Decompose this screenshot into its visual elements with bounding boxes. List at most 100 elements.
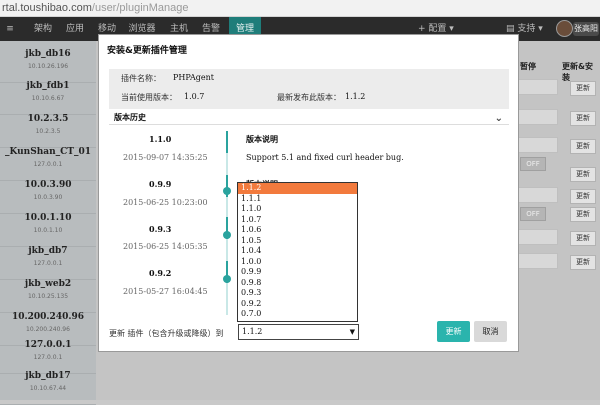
host-ip: 127.0.0.1	[33, 161, 63, 168]
host-ip: 127.0.0.1	[33, 260, 63, 267]
host-ip: 127.0.0.1	[33, 354, 63, 361]
version-option[interactable]: 0.7.0	[238, 309, 357, 320]
chevron-down-icon[interactable]: ⌄	[495, 112, 503, 126]
version-option[interactable]: 1.1.2	[238, 183, 357, 194]
plugin-info-panel: 插件名称： PHPAgent 当前使用版本： 1.0.7 最新发布此版本： 1.…	[109, 69, 509, 109]
update-button[interactable]: 更新	[570, 189, 596, 204]
timeline-marker	[226, 131, 228, 153]
host-name: _KunShan_CT_01	[4, 147, 91, 157]
version-option[interactable]: 0.9.8	[238, 278, 357, 289]
update-button[interactable]: 更新	[570, 231, 596, 246]
host-ip: 10.10.67.44	[29, 385, 67, 392]
host-ip: 10.10.6.67	[31, 95, 65, 102]
host-name: jkb_fdb1	[26, 81, 70, 91]
toggle-off[interactable]: OFF	[520, 207, 546, 221]
config-label: 配置	[428, 24, 447, 34]
version-history-label: 版本历史	[114, 113, 146, 122]
host-name: jkb_db17	[25, 371, 71, 381]
history-version: 1.1.0	[149, 134, 172, 144]
host-sidebar: jkb_db16 10.10.26.196 jkb_fdb1 10.10.6.67 …	[0, 41, 96, 405]
host-name: 10.0.1.10	[24, 213, 72, 223]
host-ip: 10.10.26.196	[27, 63, 69, 70]
plugin-name: PHPAgent	[173, 73, 215, 82]
version-dropdown-list: 1.1.2 1.1.1 1.1.0 1.0.7 1.0.6 1.0.5 1.0.…	[237, 182, 358, 322]
version-history-header[interactable]: 版本历史 ⌄	[109, 111, 509, 125]
history-version: 0.9.9	[149, 179, 172, 189]
version-option[interactable]: 0.9.9	[238, 267, 357, 278]
nav-item-apps[interactable]: 应用	[60, 17, 90, 41]
update-button[interactable]: 更新	[570, 207, 596, 222]
latest-version: 1.1.2	[345, 92, 366, 101]
version-option[interactable]: 0.9.2	[238, 299, 357, 310]
version-option[interactable]: 1.1.0	[238, 204, 357, 215]
host-ip: 10.0.3.90	[33, 194, 63, 201]
menu-icon[interactable]: ≡	[6, 17, 14, 41]
table-cell	[518, 79, 558, 95]
chevron-down-icon: ▾	[535, 24, 543, 34]
history-version: 0.9.3	[149, 224, 172, 234]
version-option[interactable]: 1.0.7	[238, 215, 357, 226]
cancel-button[interactable]: 取消	[474, 321, 507, 342]
history-date: 2015-06-25 14:05:35	[123, 242, 208, 251]
host-name: jkb_db16	[25, 49, 71, 59]
plugin-name-label: 插件名称：	[121, 74, 161, 83]
plus-icon: +	[418, 24, 429, 34]
version-option[interactable]: 0.9.3	[238, 288, 357, 299]
history-version: 0.9.2	[149, 268, 172, 278]
version-select-value: 1.1.2	[242, 327, 263, 336]
current-version: 1.0.7	[184, 92, 205, 101]
url-path: /user/pluginManage	[91, 2, 189, 14]
nav-item-architecture[interactable]: 架构	[28, 17, 58, 41]
history-date: 2015-09-07 14:35:25	[123, 153, 208, 162]
host-name: 10.0.3.90	[24, 180, 72, 190]
support-label: 支持	[517, 24, 536, 34]
user-name-badge[interactable]: 张高阳	[573, 22, 599, 36]
timeline-dot	[223, 231, 231, 239]
column-header-stop: 暂停	[520, 62, 536, 71]
history-notes: Support 5.1 and fixed curl header bug.	[246, 153, 404, 162]
caret-down-icon: ▼	[349, 328, 355, 336]
update-button[interactable]: 更新	[570, 255, 596, 270]
avatar[interactable]	[556, 20, 573, 37]
host-ip: 10.2.3.5	[35, 128, 61, 135]
host-item[interactable]: jkb_db17 10.10.67.44	[0, 363, 96, 405]
host-name: 127.0.0.1	[24, 340, 72, 350]
timeline-dot	[223, 187, 231, 195]
table-cell	[518, 187, 558, 203]
browser-url-bar[interactable]: rtal.toushibao.com/user/pluginManage	[0, 0, 600, 17]
history-date: 2015-05-27 16:04:45	[123, 287, 208, 296]
version-select[interactable]: 1.1.2 ▼	[238, 324, 359, 340]
table-cell	[518, 137, 558, 153]
table-cell	[518, 229, 558, 245]
column-header-update: 更新&安装	[562, 62, 593, 82]
version-option[interactable]: 1.1.1	[238, 194, 357, 205]
document-icon: ▤	[506, 24, 518, 34]
toggle-off[interactable]: OFF	[520, 157, 546, 171]
update-button[interactable]: 更新	[437, 321, 470, 342]
host-name: 10.2.3.5	[27, 114, 69, 124]
host-name: jkb_db7	[28, 246, 68, 256]
chevron-down-icon: ▾	[446, 24, 454, 34]
table-cell	[518, 253, 558, 269]
update-button[interactable]: 更新	[570, 111, 596, 126]
latest-version-label: 最新发布此版本：	[277, 93, 341, 102]
modal-title: 安装&更新插件管理	[107, 46, 187, 56]
table-cell	[518, 109, 558, 125]
url-host: rtal.toushibao.com	[2, 2, 92, 14]
version-option[interactable]: 1.0.5	[238, 236, 357, 247]
host-name: jkb_web2	[24, 279, 72, 289]
update-button[interactable]: 更新	[570, 139, 596, 154]
version-option[interactable]: 1.0.0	[238, 257, 357, 268]
history-date: 2015-06-25 10:23:00	[123, 198, 208, 207]
update-to-label: 更新 插件（包含升级或降级）到	[109, 329, 224, 338]
history-notes-title: 版本说明	[246, 135, 278, 144]
update-button[interactable]: 更新	[570, 167, 596, 182]
host-ip: 10.10.25.135	[27, 293, 69, 300]
version-option[interactable]: 1.0.6	[238, 225, 357, 236]
timeline-dot	[223, 275, 231, 283]
host-ip: 10.0.1.10	[33, 227, 63, 234]
host-name: 10.200.240.96	[11, 312, 85, 322]
current-version-label: 当前使用版本：	[121, 93, 177, 102]
version-option[interactable]: 1.0.4	[238, 246, 357, 257]
update-button[interactable]: 更新	[570, 81, 596, 96]
